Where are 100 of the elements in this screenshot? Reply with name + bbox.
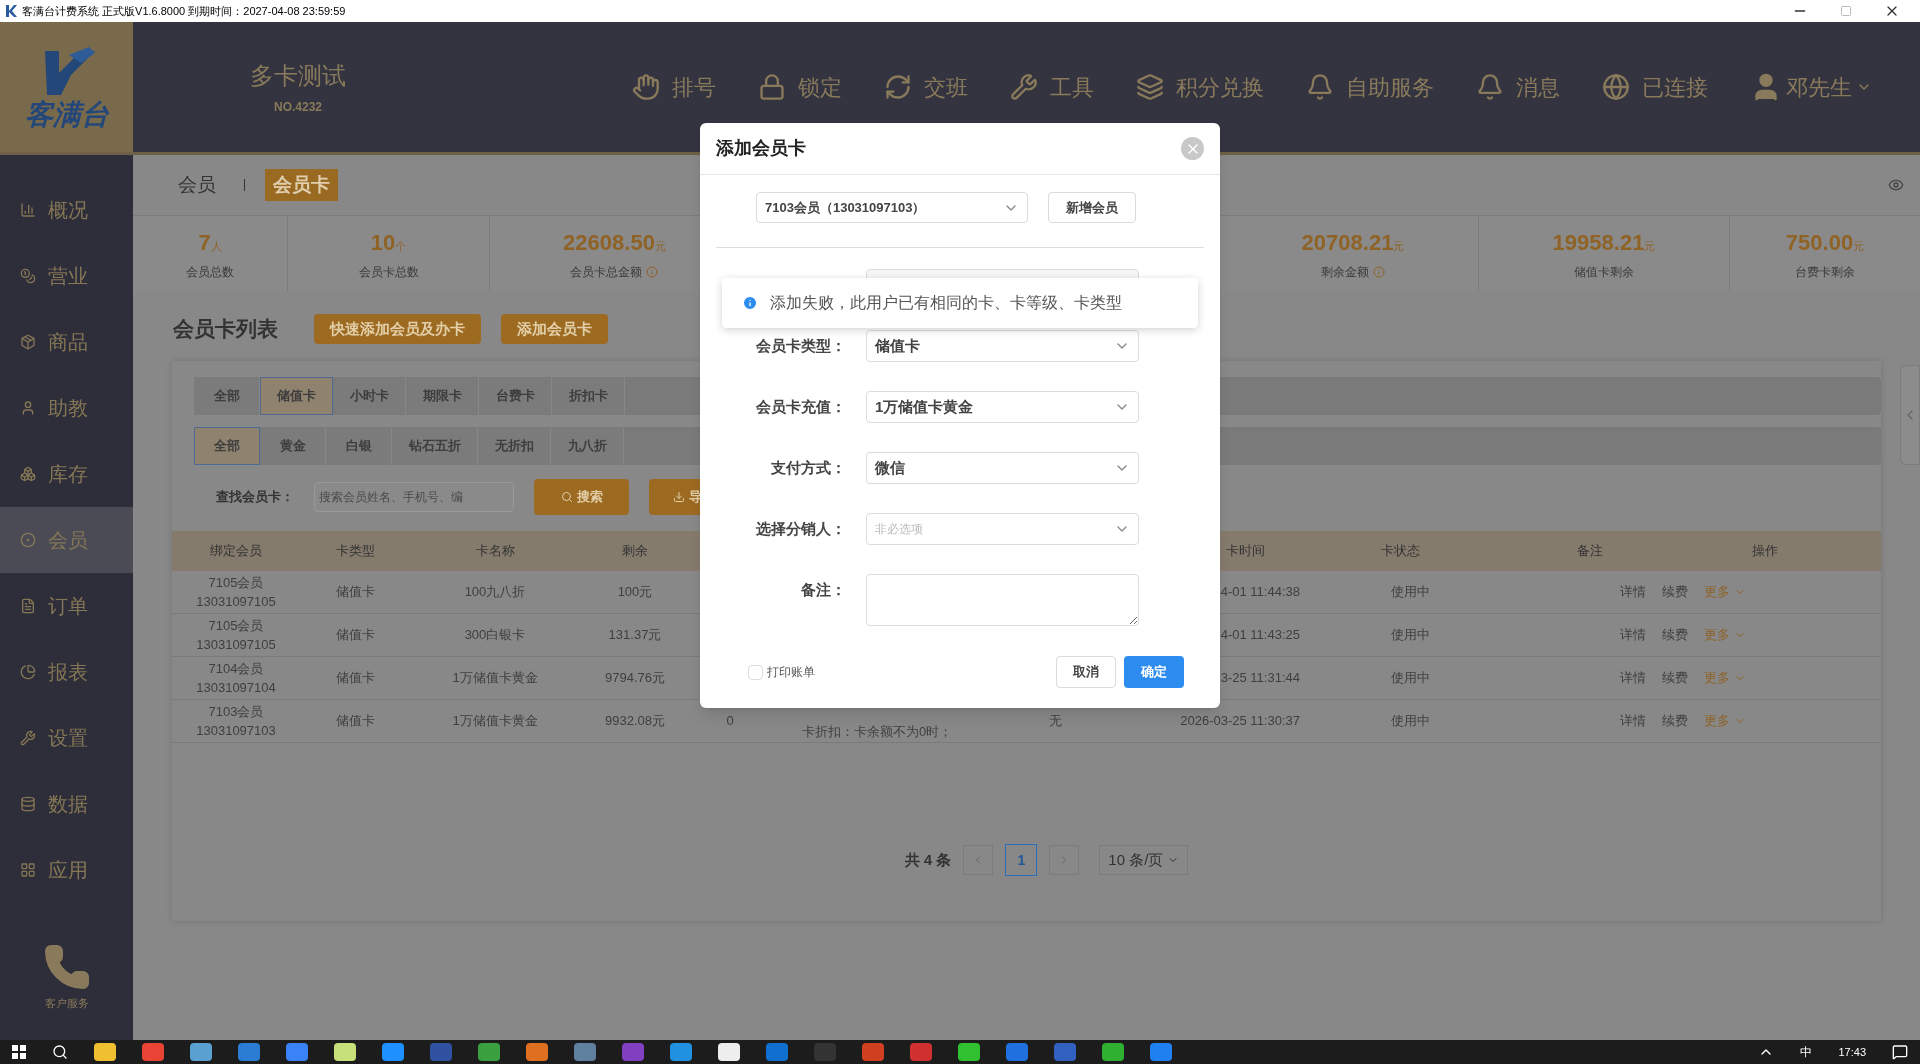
cancel-button[interactable]: 取消: [1056, 656, 1116, 688]
app-icon[interactable]: [1102, 1043, 1124, 1061]
select-field[interactable]: 1万储值卡黄金: [866, 391, 1139, 423]
search-field[interactable]: 搜索会员姓名、手机号、编: [314, 482, 514, 512]
row-link[interactable]: 续费: [1662, 582, 1688, 602]
action-button[interactable]: 快速添加会员及办卡: [314, 314, 481, 344]
app-icon[interactable]: [862, 1043, 884, 1061]
row-link[interactable]: 详情: [1620, 625, 1646, 645]
document-icon: [20, 598, 36, 614]
app-icon[interactable]: [910, 1043, 932, 1061]
more-link[interactable]: 更多: [1704, 668, 1746, 688]
sidebar-item[interactable]: 助教: [0, 375, 133, 441]
app-icon[interactable]: [1006, 1043, 1028, 1061]
nav-button[interactable]: 消息: [1476, 70, 1560, 104]
new-member-button[interactable]: 新增会员: [1048, 192, 1136, 223]
stat-value: 750.00: [1785, 229, 1854, 257]
app-icon[interactable]: [574, 1043, 596, 1061]
row-link[interactable]: 详情: [1620, 582, 1646, 602]
stat-unit: 元: [1853, 240, 1865, 254]
table-cell-text: 储值卡: [334, 626, 376, 645]
member-phone: 13031097105: [196, 636, 276, 654]
app-icon[interactable]: [766, 1043, 788, 1061]
maximize-icon[interactable]: [1840, 5, 1852, 17]
user-menu[interactable]: 邓先生: [1750, 70, 1872, 104]
table-cell-text: 3-25 11:31:44: [1220, 669, 1300, 688]
sidebar-item[interactable]: 营业: [0, 243, 133, 309]
print-label: 打印账单: [767, 664, 815, 681]
notification-icon[interactable]: [1892, 1044, 1908, 1060]
row-link[interactable]: 详情: [1620, 711, 1646, 731]
more-link[interactable]: 更多: [1704, 711, 1746, 731]
sidebar-item[interactable]: 概况: [0, 177, 133, 243]
sidebar-item[interactable]: 应用: [0, 837, 133, 903]
member-select[interactable]: 7103会员（13031097103）: [756, 192, 1028, 223]
more-link[interactable]: 更多: [1704, 582, 1746, 602]
app-icon[interactable]: [478, 1043, 500, 1061]
clock[interactable]: 17:43: [1838, 1043, 1866, 1061]
search-button[interactable]: 搜索: [534, 479, 629, 515]
row-link[interactable]: 续费: [1662, 668, 1688, 688]
confirm-button[interactable]: 确定: [1124, 656, 1184, 688]
filter-tab[interactable]: 全部: [194, 377, 260, 415]
page-tab[interactable]: 会员: [170, 168, 224, 202]
stat-label: 剩余金额: [1321, 264, 1369, 281]
ime-indicator[interactable]: 中: [1800, 1043, 1813, 1061]
print-checkbox[interactable]: [748, 664, 763, 680]
app-icon[interactable]: [334, 1043, 356, 1061]
page-button[interactable]: 1: [1005, 844, 1038, 876]
filter-tab[interactable]: 储值卡: [260, 377, 333, 415]
app-icon[interactable]: [190, 1043, 212, 1061]
app-icon[interactable]: [670, 1043, 692, 1061]
nav-button[interactable]: 积分兑换: [1136, 70, 1264, 104]
sidebar-item[interactable]: 商品: [0, 309, 133, 375]
nav-button[interactable]: 已连接: [1602, 70, 1708, 104]
sidebar-item[interactable]: 报表: [0, 639, 133, 705]
filter-tab[interactable]: 全部: [194, 427, 260, 465]
windows-icon[interactable]: [12, 1045, 26, 1059]
stat-label: 会员总数: [186, 264, 234, 281]
side-handle[interactable]: [1900, 365, 1920, 465]
app-icon[interactable]: [1054, 1043, 1076, 1061]
sidebar-item[interactable]: 库存: [0, 441, 133, 507]
column-header: 卡名称: [474, 542, 516, 561]
action-button[interactable]: 添加会员卡: [501, 314, 608, 344]
row-link[interactable]: 续费: [1662, 625, 1688, 645]
app-icon[interactable]: [718, 1043, 740, 1061]
app-icon[interactable]: [1150, 1043, 1172, 1061]
select-field[interactable]: 非必选项: [866, 513, 1139, 545]
close-button[interactable]: [1181, 137, 1204, 160]
grid-icon: [20, 862, 36, 878]
nav-button[interactable]: 交班: [884, 70, 968, 104]
sidebar-item[interactable]: 设置: [0, 705, 133, 771]
row-link[interactable]: 详情: [1620, 668, 1646, 688]
app-icon[interactable]: [958, 1043, 980, 1061]
nav-button[interactable]: 锁定: [758, 70, 842, 104]
app-icon[interactable]: [238, 1043, 260, 1061]
search-icon[interactable]: [52, 1044, 68, 1060]
app-icon[interactable]: [526, 1043, 548, 1061]
select-field[interactable]: 微信: [866, 452, 1139, 484]
app-icon[interactable]: [286, 1043, 308, 1061]
sidebar-item[interactable]: 订单: [0, 573, 133, 639]
nav-button[interactable]: 工具: [1010, 70, 1094, 104]
download-icon: [673, 491, 685, 503]
row-link[interactable]: 续费: [1662, 711, 1688, 731]
page-size-select[interactable]: 10 条/页: [1099, 845, 1189, 875]
member-name: 7103会员: [208, 703, 264, 721]
customer-service-label[interactable]: 客户服务: [44, 995, 89, 1012]
phone-icon[interactable]: [42, 943, 91, 991]
note-field[interactable]: [866, 574, 1139, 626]
eye-icon[interactable]: [1888, 177, 1904, 193]
nav-button[interactable]: 排号: [632, 70, 716, 104]
select-field[interactable]: 储值卡: [866, 330, 1139, 362]
page-tab[interactable]: 会员卡: [265, 168, 338, 202]
app-icon[interactable]: [142, 1043, 164, 1061]
nav-button[interactable]: 自助服务: [1306, 70, 1434, 104]
more-link[interactable]: 更多: [1704, 625, 1746, 645]
app-icon[interactable]: [382, 1043, 404, 1061]
toast-message: 添加失败，此用户已有相同的卡、卡等级、卡类型: [770, 293, 1122, 313]
app-icon[interactable]: [94, 1043, 116, 1061]
sidebar-item[interactable]: 会员: [0, 507, 133, 573]
sidebar-item[interactable]: 数据: [0, 771, 133, 837]
table-cell-text: 储值卡: [334, 712, 376, 731]
list-title: 会员卡列表: [173, 316, 278, 343]
